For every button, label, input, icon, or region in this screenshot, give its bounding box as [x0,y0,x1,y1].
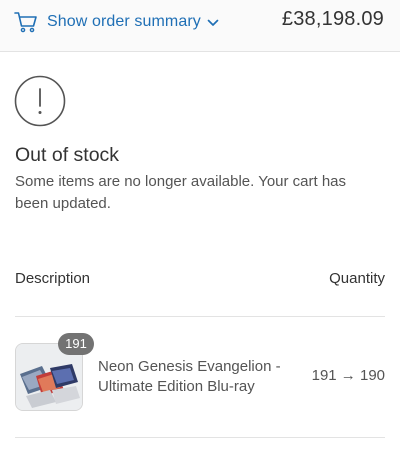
table-row: 191 Neon Genesis Evangelion - Ultimate E… [15,317,385,437]
order-summary-bar: Show order summary £38,198.09 [0,0,400,52]
chevron-down-icon[interactable] [207,19,219,27]
out-of-stock-heading: Out of stock [15,144,120,166]
quantity-change: 191 → 190 [311,367,385,384]
product-name: Neon Genesis Evangelion - Ultimate Editi… [98,358,281,395]
exclamation-circle-icon [14,75,66,127]
cart-icon [14,12,37,33]
description-column-header: Description [15,270,91,287]
table-divider [15,437,385,438]
quantity-badge: 191 [58,333,94,355]
show-order-summary-label[interactable]: Show order summary [47,13,201,31]
order-total: £38,198.09 [281,8,384,30]
out-of-stock-message: Some items are no longer available. Your… [15,173,347,212]
table-header: Description Quantity [15,270,385,292]
quantity-column-header: Quantity [329,270,385,287]
show-order-summary-toggle[interactable]: Show order summary [14,10,219,34]
